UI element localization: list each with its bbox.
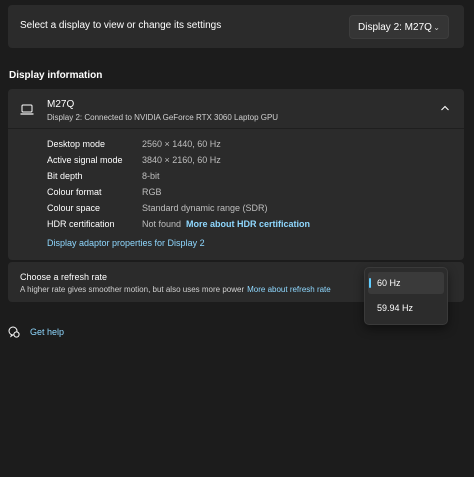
refresh-rate-subtitle: A higher rate gives smoother motion, but… — [20, 285, 245, 294]
display-settings-page: Select a display to view or change its s… — [0, 0, 474, 477]
display-selector-dropdown[interactable]: Display 2: M27Q ⌄ — [349, 15, 449, 39]
display-connection-text: Display 2: Connected to NVIDIA GeForce R… — [47, 113, 279, 122]
info-key: Active signal mode — [47, 155, 123, 165]
display-name: M27Q — [47, 99, 75, 110]
info-key: Colour format — [47, 187, 102, 197]
display-selector-value: Display 2: M27Q — [358, 21, 432, 33]
info-key: HDR certification — [47, 219, 115, 229]
select-display-card: Select a display to view or change its s… — [8, 5, 464, 48]
info-value: RGB — [142, 187, 162, 197]
info-value: 3840 × 2160, 60 Hz — [142, 155, 221, 165]
display-info-header[interactable]: M27Q Display 2: Connected to NVIDIA GeFo… — [8, 89, 464, 129]
display-adaptor-properties-link[interactable]: Display adaptor properties for Display 2 — [47, 238, 205, 248]
refresh-rate-link[interactable]: More about refresh rate — [247, 285, 331, 294]
info-value: Standard dynamic range (SDR) — [142, 203, 268, 213]
section-title: Display information — [9, 70, 103, 81]
info-row: HDR certification Not found More about HD… — [47, 219, 447, 233]
info-row: Bit depth 8-bit — [47, 171, 447, 185]
refresh-rate-description: A higher rate gives smoother motion, but… — [20, 285, 331, 294]
info-value: 8-bit — [142, 171, 160, 181]
info-key: Desktop mode — [47, 139, 106, 149]
refresh-rate-option[interactable]: 59.94 Hz — [368, 297, 444, 319]
display-information-card: M27Q Display 2: Connected to NVIDIA GeFo… — [8, 89, 464, 260]
hdr-certification-link[interactable]: More about HDR certification — [186, 219, 310, 229]
laptop-icon — [20, 104, 34, 115]
info-key: Bit depth — [47, 171, 83, 181]
info-row: Desktop mode 2560 × 1440, 60 Hz — [47, 139, 447, 153]
info-key: Colour space — [47, 203, 101, 213]
help-chat-icon — [8, 326, 20, 338]
refresh-rate-title: Choose a refresh rate — [20, 272, 108, 282]
info-value: Not found More about HDR certification — [142, 219, 310, 229]
get-help-link[interactable]: Get help — [30, 327, 64, 337]
refresh-rate-option-selected[interactable]: 60 Hz — [368, 272, 444, 294]
refresh-rate-dropdown-menu: 60 Hz 59.94 Hz — [364, 267, 448, 325]
chevron-down-icon: ⌄ — [433, 22, 440, 32]
info-value: 2560 × 1440, 60 Hz — [142, 139, 221, 149]
chevron-up-icon[interactable] — [440, 103, 450, 113]
info-row: Colour format RGB — [47, 187, 447, 201]
info-row: Active signal mode 3840 × 2160, 60 Hz — [47, 155, 447, 169]
hdr-status: Not found — [142, 219, 182, 229]
select-display-label: Select a display to view or change its s… — [20, 20, 222, 31]
info-row: Colour space Standard dynamic range (SDR… — [47, 203, 447, 217]
